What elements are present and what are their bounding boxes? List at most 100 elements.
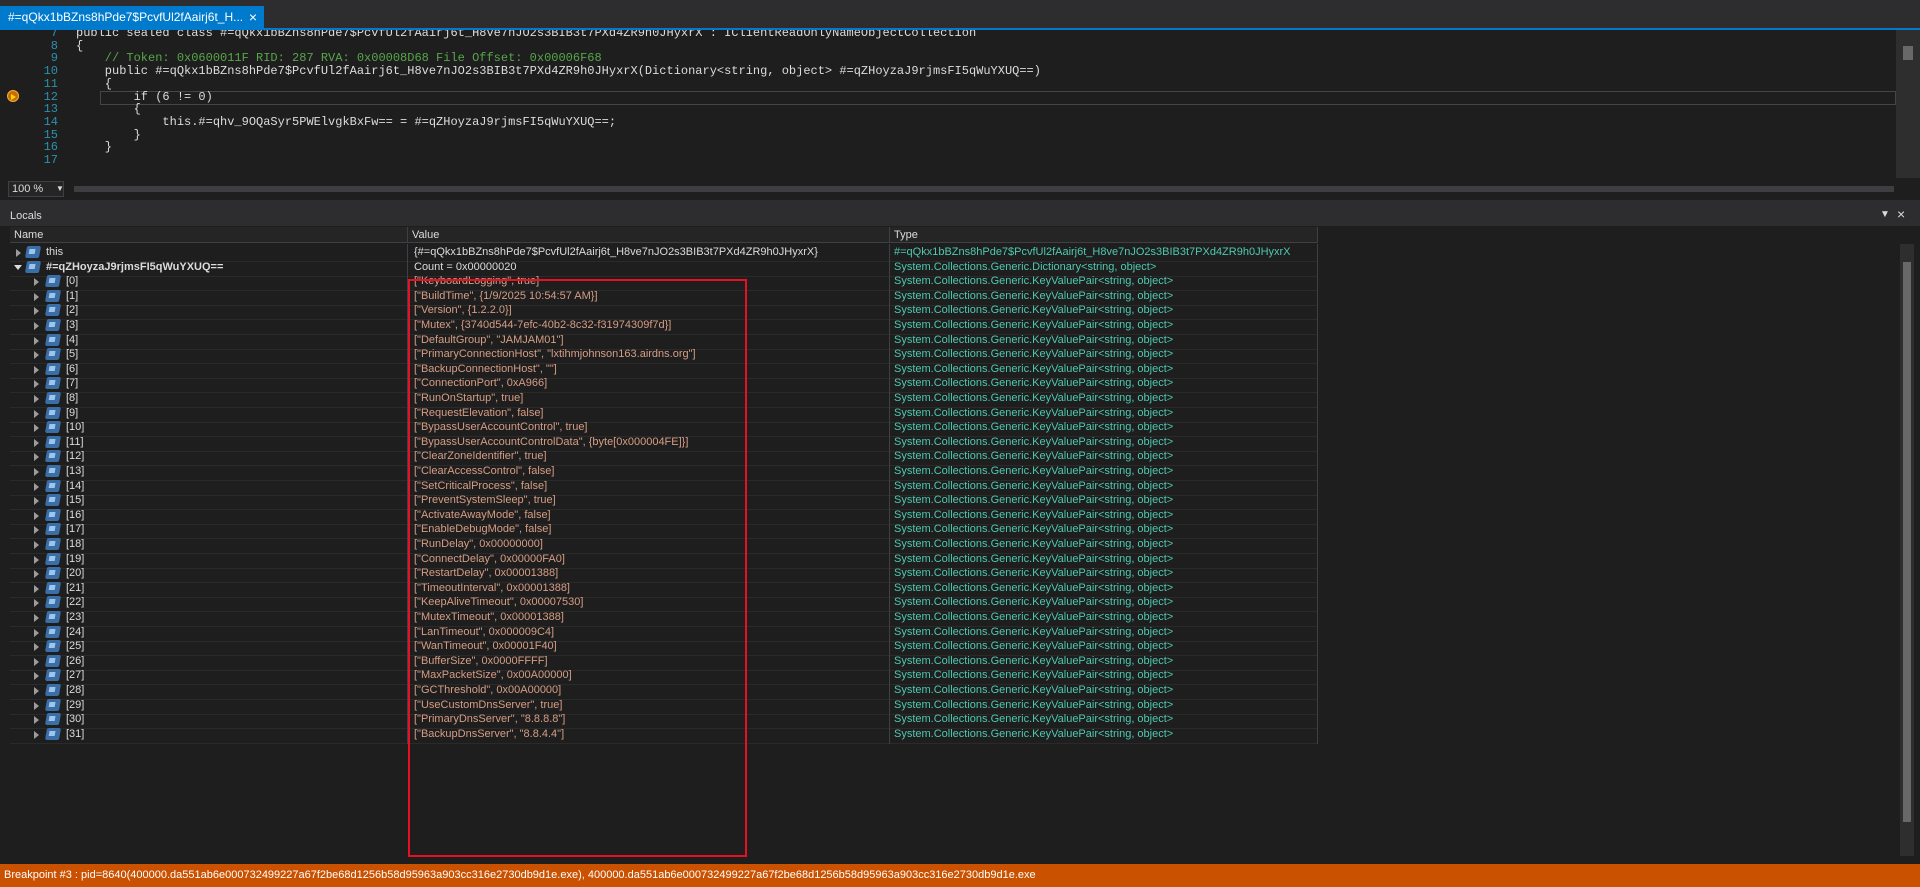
- document-tab[interactable]: #=qQkx1bBZns8hPde7$PcvfUl2fAairj6t_H...: [0, 6, 264, 28]
- object-icon: [44, 698, 62, 711]
- expand-arrow-icon[interactable]: [34, 453, 39, 462]
- variable-type: System.Collections.Generic.KeyValuePair<…: [894, 596, 1174, 609]
- variable-name: [31]: [66, 727, 85, 740]
- expand-arrow-icon[interactable]: [34, 570, 39, 579]
- variable-type: System.Collections.Generic.KeyValuePair<…: [894, 611, 1174, 623]
- variable-type: System.Collections.Generic.KeyValuePair<…: [894, 362, 1174, 375]
- variable-type: System.Collections.Generic.Dictionary<st…: [894, 260, 1157, 273]
- close-icon[interactable]: ×: [1897, 206, 1905, 222]
- variable-type: System.Collections.Generic.KeyValuePair<…: [894, 319, 1174, 331]
- object-icon: [44, 581, 62, 594]
- window-menu-icon[interactable]: ▼: [1880, 209, 1890, 220]
- expand-arrow-icon[interactable]: [34, 424, 39, 433]
- column-name[interactable]: Name: [10, 227, 408, 243]
- object-icon: [44, 669, 62, 682]
- expand-arrow-icon[interactable]: [34, 365, 39, 374]
- collapse-arrow-icon[interactable]: [14, 264, 22, 270]
- expand-arrow-icon[interactable]: [34, 482, 39, 491]
- expand-arrow-icon[interactable]: [34, 672, 39, 681]
- object-icon: [44, 611, 62, 623]
- expand-arrow-icon[interactable]: [34, 526, 39, 535]
- expand-arrow-icon[interactable]: [34, 322, 39, 330]
- expand-arrow-icon[interactable]: [34, 687, 39, 695]
- expand-arrow-icon[interactable]: [34, 307, 39, 316]
- locals-header: [0, 206, 1920, 226]
- variable-type: System.Collections.Generic.KeyValuePair<…: [894, 377, 1174, 390]
- expand-arrow-icon[interactable]: [34, 701, 39, 710]
- variable-type: #=qQkx1bBZns8hPde7$PcvfUl2fAairj6t_H8ve7…: [894, 246, 1291, 258]
- object-icon: [24, 246, 42, 258]
- tab-close-icon[interactable]: ×: [245, 9, 261, 25]
- variable-type: System.Collections.Generic.KeyValuePair<…: [894, 450, 1174, 463]
- object-icon: [44, 319, 62, 331]
- line-number: 17: [43, 153, 58, 167]
- expand-arrow-icon[interactable]: [34, 380, 39, 389]
- object-icon: [44, 625, 62, 638]
- variable-type: System.Collections.Generic.KeyValuePair<…: [894, 435, 1174, 448]
- object-icon: [44, 713, 62, 726]
- status-bar: Breakpoint #3 : pid=8640(400000.da551ab6…: [0, 864, 1920, 887]
- object-icon: [44, 275, 62, 288]
- object-icon: [44, 465, 62, 477]
- object-icon: [44, 421, 62, 434]
- variable-type: System.Collections.Generic.KeyValuePair<…: [894, 421, 1174, 434]
- expand-arrow-icon[interactable]: [34, 614, 39, 622]
- object-icon: [44, 508, 62, 521]
- editor-scroll-thumb[interactable]: [1903, 46, 1913, 60]
- expand-arrow-icon[interactable]: [34, 730, 39, 739]
- variable-value: {#=qQkx1bBZns8hPde7$PcvfUl2fAairj6t_H8ve…: [414, 246, 818, 258]
- expand-arrow-icon[interactable]: [34, 278, 39, 287]
- chevron-down-icon[interactable]: ▼: [56, 181, 66, 197]
- expand-arrow-icon[interactable]: [34, 584, 39, 593]
- column-value[interactable]: Value: [408, 227, 890, 243]
- object-icon: [44, 304, 62, 317]
- variable-value: Count = 0x00000020: [414, 260, 517, 273]
- object-icon: [44, 654, 62, 667]
- object-icon: [44, 538, 62, 550]
- variable-type: System.Collections.Generic.KeyValuePair<…: [894, 333, 1174, 346]
- object-icon: [44, 523, 62, 536]
- expand-arrow-icon[interactable]: [34, 497, 39, 506]
- variable-type: System.Collections.Generic.KeyValuePair<…: [894, 727, 1174, 740]
- variable-type: System.Collections.Generic.KeyValuePair<…: [894, 479, 1174, 492]
- expand-arrow-icon[interactable]: [16, 249, 21, 257]
- object-icon: [44, 289, 62, 302]
- expand-arrow-icon[interactable]: [34, 628, 39, 637]
- variable-type: System.Collections.Generic.KeyValuePair<…: [894, 465, 1174, 477]
- object-icon: [44, 450, 62, 463]
- locals-title: Locals: [10, 210, 42, 222]
- expand-arrow-icon[interactable]: [34, 657, 39, 666]
- expand-arrow-icon[interactable]: [34, 716, 39, 725]
- column-type[interactable]: Type: [890, 227, 1318, 243]
- expand-arrow-icon[interactable]: [34, 336, 39, 345]
- tab-title: #=qQkx1bBZns8hPde7$PcvfUl2fAairj6t_H...: [8, 10, 244, 24]
- object-icon: [44, 567, 62, 580]
- variable-type: System.Collections.Generic.KeyValuePair<…: [894, 494, 1174, 507]
- variable-type: System.Collections.Generic.KeyValuePair<…: [894, 392, 1174, 404]
- object-icon: [44, 392, 62, 404]
- locals-scroll-thumb[interactable]: [1903, 262, 1911, 822]
- expand-arrow-icon[interactable]: [34, 395, 39, 403]
- variable-type: System.Collections.Generic.KeyValuePair<…: [894, 304, 1174, 317]
- variable-type: System.Collections.Generic.KeyValuePair<…: [894, 348, 1174, 361]
- expand-arrow-icon[interactable]: [34, 468, 39, 476]
- variable-type: System.Collections.Generic.KeyValuePair<…: [894, 684, 1174, 696]
- code-line[interactable]: 17: [0, 153, 1900, 168]
- locals-column-header: Name Value Type: [10, 227, 1318, 243]
- expand-arrow-icon[interactable]: [34, 351, 39, 360]
- expand-arrow-icon[interactable]: [34, 643, 39, 652]
- editor-horizontal-scrollbar[interactable]: [74, 186, 1894, 192]
- expand-arrow-icon[interactable]: [34, 599, 39, 608]
- code-editor[interactable]: 7 public sealed class #=qQkx1bBZns8hPde7$…: [0, 30, 1920, 178]
- variable-type: System.Collections.Generic.KeyValuePair<…: [894, 406, 1174, 419]
- variable-type: System.Collections.Generic.KeyValuePair<…: [894, 581, 1174, 594]
- expand-arrow-icon[interactable]: [34, 511, 39, 520]
- expand-arrow-icon[interactable]: [34, 438, 39, 447]
- object-icon: [44, 479, 62, 492]
- expand-arrow-icon[interactable]: [34, 541, 39, 549]
- expand-arrow-icon[interactable]: [34, 555, 39, 564]
- object-icon: [44, 494, 62, 507]
- expand-arrow-icon[interactable]: [34, 409, 39, 418]
- expand-arrow-icon[interactable]: [34, 292, 39, 301]
- object-icon: [44, 406, 62, 419]
